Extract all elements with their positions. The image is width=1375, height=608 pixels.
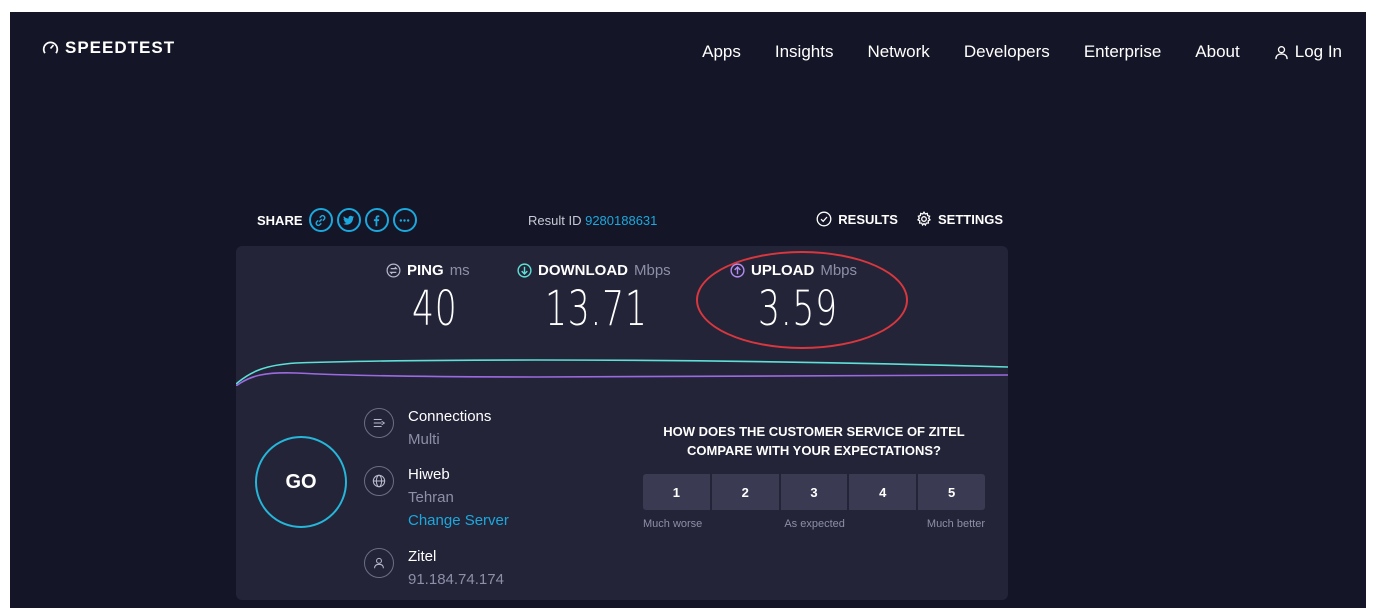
ping-value: 40 — [412, 281, 458, 337]
globe-icon — [372, 474, 386, 488]
isp-info: Zitel 91.184.74.174 — [364, 548, 504, 588]
share-twitter-button[interactable] — [336, 208, 361, 232]
speedtest-app: SPEEDTEST Apps Insights Network Develope… — [10, 12, 1366, 608]
ping-icon — [386, 263, 401, 278]
result-id-value[interactable]: 9280188631 — [585, 213, 657, 228]
rating-5-button[interactable]: 5 — [918, 474, 985, 510]
speed-graph — [236, 359, 1008, 386]
settings-label: SETTINGS — [937, 211, 1003, 227]
nav-link-network[interactable]: Network — [867, 42, 929, 62]
ip-address: 91.184.74.174 — [408, 571, 504, 588]
share-label: SHARE — [257, 212, 303, 228]
isp-text: Zitel 91.184.74.174 — [408, 548, 504, 588]
login-label: Log In — [1294, 42, 1342, 61]
nav-link-developers[interactable]: Developers — [964, 42, 1050, 62]
result-id: Result ID 9280188631 — [528, 213, 657, 228]
facebook-icon — [373, 214, 380, 226]
result-id-label: Result ID — [528, 213, 582, 228]
results-label: RESULTS — [838, 211, 898, 227]
server-text: Hiweb Tehran Change Server — [408, 466, 509, 529]
ping-unit: ms — [449, 262, 470, 279]
server-name: Hiweb — [408, 466, 450, 483]
top-navbar: SPEEDTEST Apps Insights Network Develope… — [10, 12, 1366, 92]
nav-links: Apps Insights Network Developers Enterpr… — [702, 42, 1342, 62]
link-icon — [315, 214, 326, 226]
nav-link-insights[interactable]: Insights — [775, 42, 834, 62]
login-link[interactable]: Log In — [1274, 42, 1342, 62]
tool-actions: RESULTS SETTINGS — [816, 211, 1003, 227]
connections-icon-wrap — [364, 408, 394, 438]
globe-icon-wrap — [364, 466, 394, 496]
twitter-icon — [343, 215, 355, 225]
gear-icon — [917, 211, 931, 227]
upload-highlight-annotation — [696, 251, 908, 349]
nav-link-about[interactable]: About — [1195, 42, 1239, 62]
share-group: SHARE — [257, 208, 417, 232]
connections-text: Connections Multi — [408, 408, 491, 448]
connections-icon — [373, 418, 386, 428]
share-more-button[interactable] — [392, 208, 417, 232]
nav-link-enterprise[interactable]: Enterprise — [1084, 42, 1161, 62]
results-button[interactable]: RESULTS — [816, 211, 898, 227]
server-location: Tehran — [408, 489, 454, 506]
upload-speed-line — [236, 372, 1008, 386]
download-icon — [517, 263, 532, 278]
more-icon — [399, 218, 410, 222]
connections-value: Multi — [408, 431, 440, 448]
server-info: Hiweb Tehran Change Server — [364, 466, 509, 529]
download-header: DOWNLOAD Mbps — [517, 262, 687, 279]
scale-low-label: Much worse — [643, 518, 703, 530]
logo-text: SPEEDTEST — [65, 38, 176, 57]
person-icon-wrap — [364, 548, 394, 578]
go-button[interactable]: GO — [255, 436, 347, 528]
share-facebook-button[interactable] — [364, 208, 389, 232]
rating-1-button[interactable]: 1 — [643, 474, 710, 510]
rating-buttons: 1 2 3 4 5 — [643, 474, 985, 510]
download-metric: DOWNLOAD Mbps 13.71 — [517, 262, 687, 337]
rating-scale-labels: Much worse As expected Much better — [643, 518, 985, 530]
speedtest-logo[interactable]: SPEEDTEST — [42, 38, 175, 58]
person-icon — [374, 557, 384, 569]
rating-4-button[interactable]: 4 — [849, 474, 917, 510]
ping-metric: PING ms 40 — [386, 262, 475, 337]
check-circle-icon — [816, 211, 832, 227]
download-speed-line — [236, 359, 1008, 385]
download-unit: Mbps — [634, 262, 671, 279]
isp-survey: HOW DOES THE CUSTOMER SERVICE OF ZITEL C… — [643, 422, 985, 530]
connections-title: Connections — [408, 408, 492, 425]
connections-info: Connections Multi — [364, 408, 491, 448]
isp-name: Zitel — [408, 548, 437, 565]
result-card: PING ms 40 DOWNLOAD Mbps 13.71 UPLOAD Mb… — [236, 246, 1008, 600]
settings-button[interactable]: SETTINGS — [916, 211, 1003, 227]
scale-high-label: Much better — [926, 518, 985, 530]
ping-label: PING — [407, 262, 444, 279]
rating-3-button[interactable]: 3 — [780, 474, 848, 510]
download-value: 13.71 — [545, 281, 648, 337]
nav-link-apps[interactable]: Apps — [702, 42, 741, 62]
survey-question: HOW DOES THE CUSTOMER SERVICE OF ZITEL C… — [663, 424, 965, 458]
download-label: DOWNLOAD — [538, 262, 628, 279]
scale-mid-label: As expected — [784, 518, 845, 530]
share-link-button[interactable] — [308, 208, 333, 232]
change-server-link[interactable]: Change Server — [408, 512, 509, 529]
user-icon — [1274, 45, 1288, 59]
rating-2-button[interactable]: 2 — [711, 474, 779, 510]
result-toolbar: SHARE Result ID 9280188631 RESULTS SETTI… — [257, 208, 1003, 236]
ping-header: PING ms — [386, 262, 475, 279]
speedometer-icon — [42, 41, 59, 54]
